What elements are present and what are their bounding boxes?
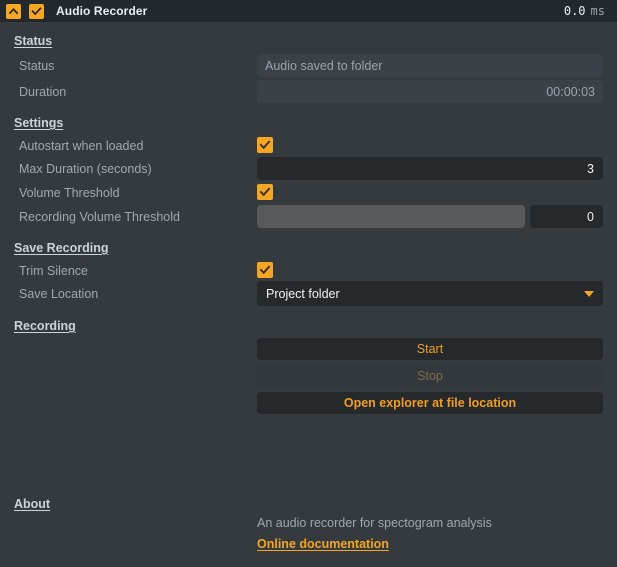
about-description: An audio recorder for spectogram analysi… [257, 516, 492, 530]
label-max-duration: Max Duration (seconds) [19, 162, 152, 176]
trim-silence-checkbox[interactable] [257, 262, 273, 278]
processing-time-unit: ms [590, 4, 605, 18]
plugin-panel: Status Status Audio saved to folder Dura… [0, 22, 617, 567]
save-location-dropdown[interactable]: Project folder [257, 281, 603, 306]
processing-time-readout: 0.0 ms [564, 4, 605, 18]
chevron-up-icon[interactable] [6, 3, 21, 19]
duration-value-field: 00:00:03 [257, 80, 603, 103]
recording-volume-threshold-value[interactable]: 0 [530, 205, 603, 228]
start-button[interactable]: Start [257, 338, 603, 360]
label-save-location: Save Location [19, 287, 99, 301]
label-autostart-when-loaded: Autostart when loaded [19, 139, 144, 153]
stop-button[interactable]: Stop [257, 365, 603, 387]
chevron-down-icon [584, 290, 594, 297]
processing-time-value: 0.0 [563, 4, 586, 18]
online-documentation-link[interactable]: Online documentation [257, 537, 389, 551]
window-titlebar: Audio Recorder 0.0 ms [0, 0, 617, 22]
volume-threshold-checkbox[interactable] [257, 184, 273, 200]
label-volume-threshold: Volume Threshold [19, 186, 120, 200]
autostart-when-loaded-checkbox[interactable] [257, 137, 273, 153]
section-heading-about: About [14, 497, 51, 511]
label-status: Status [19, 59, 55, 73]
label-recording-volume-threshold: Recording Volume Threshold [19, 210, 180, 224]
save-location-value: Project folder [266, 286, 340, 301]
status-value-field: Audio saved to folder [257, 54, 603, 77]
window-title: Audio Recorder [56, 4, 148, 18]
checkbox-checked-icon[interactable] [29, 3, 44, 19]
recording-volume-threshold-slider[interactable] [257, 205, 525, 228]
open-explorer-button[interactable]: Open explorer at file location [257, 392, 603, 414]
section-heading-recording: Recording [14, 319, 76, 333]
max-duration-input[interactable]: 3 [257, 157, 603, 180]
section-heading-status: Status [14, 34, 53, 48]
label-duration: Duration [19, 85, 67, 99]
section-heading-settings: Settings [14, 116, 64, 130]
section-heading-save-recording: Save Recording [14, 241, 109, 255]
label-trim-silence: Trim Silence [19, 264, 88, 278]
